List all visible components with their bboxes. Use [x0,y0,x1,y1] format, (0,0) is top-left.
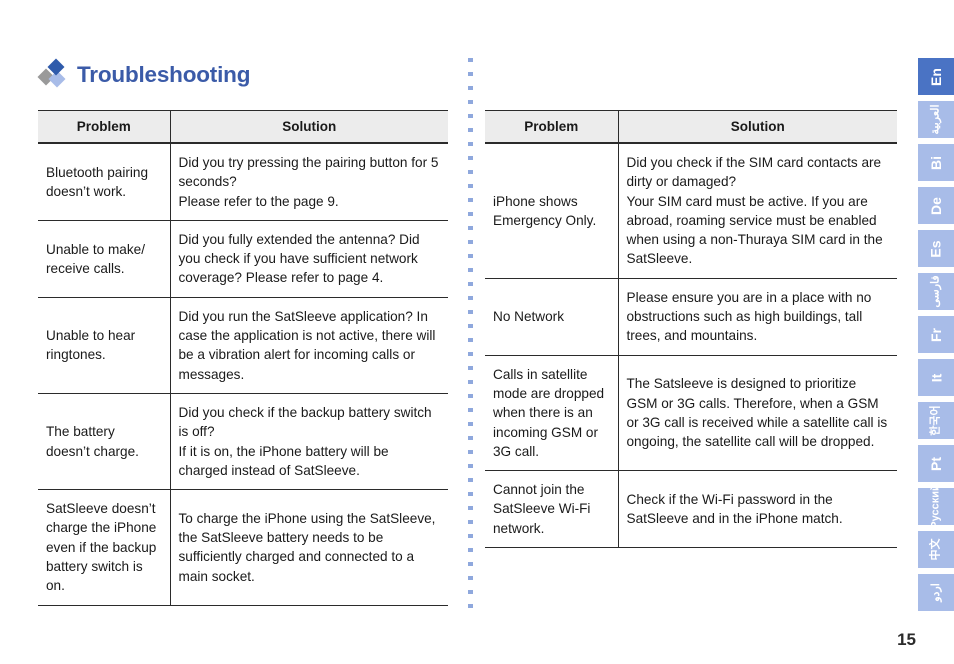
table-row: No Network Please ensure you are in a pla… [485,278,897,356]
language-tab-label: De [928,196,944,215]
cell-problem: iPhone shows Emergency Only. [485,143,619,279]
column-header-problem: Problem [485,110,619,144]
language-tab-اردو[interactable]: اردو [918,574,954,611]
cell-solution: Did you run the SatSleeve application? I… [170,297,448,394]
table-row: The battery doesn’t charge. Did you check… [38,393,448,491]
language-tab-label: Русский [929,488,942,525]
column-header-solution: Solution [170,110,448,144]
cell-solution: Did you try pressing the pairing button … [170,143,448,221]
language-tab-label: فارسی [929,275,942,308]
table-row: Calls in satellite mode are dropped when… [485,355,897,472]
language-tab-한국어[interactable]: 한국어 [918,402,954,439]
cell-solution: To charge the iPhone using the SatSleeve… [170,489,448,606]
table-row: Cannot join the SatSleeve Wi-Fi network.… [485,470,897,549]
page-title-row: Troubleshooting [37,58,251,92]
cell-problem: No Network [485,278,619,356]
cell-solution: Did you fully extended the antenna? Did … [170,220,448,298]
page-number: 15 [897,630,916,649]
table-row: SatSleeve doesn’t charge the iPhone even… [38,489,448,606]
page-title: Troubleshooting [77,62,251,87]
troubleshooting-table-left: Problem Solution Bluetooth pairing doesn… [38,110,448,606]
table-row: iPhone shows Emergency Only. Did you chec… [485,143,897,279]
language-tab-Pt[interactable]: Pt [918,445,954,482]
table-row: Bluetooth pairing doesn’t work. Did you t… [38,143,448,221]
language-tab-De[interactable]: De [918,187,954,224]
language-tab-label: Bi [928,155,944,170]
language-tab-It[interactable]: It [918,359,954,396]
language-tab-En[interactable]: En [918,58,954,95]
right-column: Problem Solution iPhone shows Emergency … [485,110,897,549]
cell-solution: Check if the Wi-Fi password in the SatSl… [618,470,897,549]
table-row: Unable to make/ receive calls. Did you fu… [38,220,448,298]
table-header-row: Problem Solution [485,110,897,144]
language-tab-label: 中文 [929,538,942,561]
language-tab-中文[interactable]: 中文 [918,531,954,568]
diamonds-icon [37,58,68,90]
language-tab-Русский[interactable]: Русский [918,488,954,525]
table-header-row: Problem Solution [38,110,448,144]
troubleshooting-table-right: Problem Solution iPhone shows Emergency … [485,110,897,549]
language-tab-Es[interactable]: Es [918,230,954,267]
language-tab-Fr[interactable]: Fr [918,316,954,353]
cell-problem: Cannot join the SatSleeve Wi-Fi network. [485,470,619,549]
cell-solution: Did you check if the SIM card contacts a… [618,143,897,279]
column-header-solution: Solution [618,110,897,144]
cell-solution: Please ensure you are in a place with no… [618,278,897,356]
column-header-problem: Problem [38,110,171,144]
cell-problem: Unable to hear ringtones. [38,297,171,394]
cell-solution: Did you check if the backup battery swit… [170,393,448,491]
cell-problem: SatSleeve doesn’t charge the iPhone even… [38,489,171,606]
language-tab-Bi[interactable]: Bi [918,144,954,181]
language-tab-label: It [928,373,944,382]
cell-problem: The battery doesn’t charge. [38,393,171,491]
cell-problem: Calls in satellite mode are dropped when… [485,355,619,472]
language-tab-label: Pt [928,456,944,471]
language-tab-العربية[interactable]: العربية [918,101,954,138]
language-tab-label: العربية [929,104,942,135]
language-tab-label: اردو [929,583,942,602]
language-tab-rail: En العربية Bi De Es فارسی Fr It 한국어 Pt Русский 中文 ار… [914,58,954,617]
language-tab-label: Es [928,239,944,258]
cell-solution: The Satsleeve is designed to prioritize … [618,355,897,472]
cell-problem: Unable to make/ receive calls. [38,220,171,298]
language-tab-label: 한국어 [929,405,942,436]
left-column: Problem Solution Bluetooth pairing doesn… [38,110,448,606]
column-divider-dotted [468,58,473,618]
language-tab-label: En [927,67,944,86]
cell-problem: Bluetooth pairing doesn’t work. [38,143,171,221]
language-tab-فارسی[interactable]: فارسی [918,273,954,310]
table-row: Unable to hear ringtones. Did you run the… [38,297,448,394]
language-tab-label: Fr [928,327,944,342]
